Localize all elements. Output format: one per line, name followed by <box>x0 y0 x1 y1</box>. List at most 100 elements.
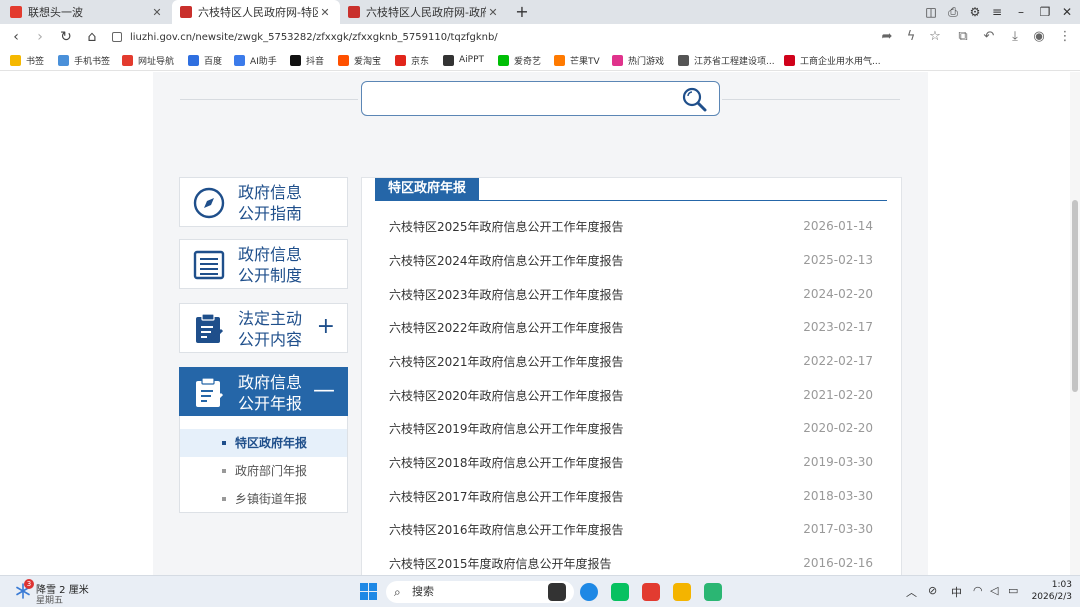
restore-button[interactable]: ❐ <box>1036 3 1054 21</box>
report-link[interactable]: 六枝特区2024年政府信息公开工作年度报告 <box>389 252 624 269</box>
scrollbar-thumb[interactable] <box>1072 200 1078 392</box>
chat-app-icon[interactable] <box>704 583 722 601</box>
wechat-icon[interactable] <box>611 583 629 601</box>
url-field[interactable]: liuzhi.gov.cn/newsite/zwgk_5753282/zfxxg… <box>112 28 852 46</box>
battery-icon[interactable]: ▭ <box>1008 584 1018 597</box>
more-menu-icon[interactable]: ⋮ <box>1056 28 1074 46</box>
tab-favicon-icon <box>10 6 22 18</box>
close-icon[interactable]: ✕ <box>150 6 164 19</box>
close-icon[interactable]: ✕ <box>318 6 332 19</box>
wifi-icon[interactable]: ◠ <box>973 584 983 597</box>
list-item[interactable]: 六枝特区2021年政府信息公开工作年度报告 2022-02-17 <box>389 351 873 371</box>
profile-avatar-icon[interactable]: ◉ <box>1030 28 1048 46</box>
bookmark-item[interactable]: 网址导航 <box>122 52 174 68</box>
close-icon[interactable]: ✕ <box>486 6 500 19</box>
submenu-item-district-report[interactable]: 特区政府年报 <box>180 429 347 457</box>
bullet-icon <box>222 469 226 473</box>
forward-arrow-icon[interactable]: › <box>30 27 50 47</box>
bookmark-item[interactable]: 爱淘宝 <box>338 52 381 68</box>
report-link[interactable]: 六枝特区2021年政府信息公开工作年度报告 <box>389 353 624 370</box>
submenu-item-township-report[interactable]: 乡镇街道年报 <box>180 485 347 513</box>
task-view-icon[interactable] <box>548 583 566 601</box>
chevron-up-icon[interactable]: ︿ <box>906 584 917 600</box>
print-icon[interactable]: ⎙ <box>944 3 962 21</box>
bookmark-item[interactable]: 手机书签 <box>58 52 110 68</box>
lightning-icon[interactable]: ϟ <box>902 28 920 46</box>
extensions-icon[interactable]: ⚙ <box>966 3 984 21</box>
list-item[interactable]: 六枝特区2017年政府信息公开工作年度报告 2018-03-30 <box>389 486 873 506</box>
sidebar-item-annual-report[interactable]: 政府信息 公开年报 — <box>179 367 348 417</box>
report-link[interactable]: 六枝特区2016年政府信息公开工作年度报告 <box>389 521 624 538</box>
windows-start-icon[interactable] <box>360 583 377 600</box>
menu-icon[interactable]: ≡ <box>988 3 1006 21</box>
star-icon[interactable]: ☆ <box>926 28 944 46</box>
bookmark-item[interactable]: 抖音 <box>290 52 324 68</box>
taskbar-search[interactable]: ⌕ 搜索 <box>386 581 574 603</box>
undo-icon[interactable]: ↶ <box>980 28 998 46</box>
extension-puzzle-icon[interactable]: ⧉ <box>954 28 972 46</box>
bookmark-item[interactable]: 工商企业用水用气... <box>784 52 881 68</box>
sidebar-item-label: 法定主动 公开内容 <box>238 309 303 349</box>
bookmark-item[interactable]: 热门游戏 <box>612 52 664 68</box>
clipboard-icon <box>196 313 224 343</box>
report-link[interactable]: 六枝特区2018年政府信息公开工作年度报告 <box>389 454 624 471</box>
site-info-icon[interactable] <box>112 32 122 42</box>
volume-muted-icon[interactable]: ◁ <box>990 584 998 597</box>
sidebar-item-guide[interactable]: 政府信息 公开指南 <box>179 177 348 227</box>
bookmark-item[interactable]: 爱奇艺 <box>498 52 541 68</box>
bookmark-item[interactable]: AI助手 <box>234 52 277 68</box>
collapse-minus-icon[interactable]: — <box>313 380 335 402</box>
reload-icon[interactable]: ↻ <box>56 27 76 47</box>
report-link[interactable]: 六枝特区2025年政府信息公开工作年度报告 <box>389 218 624 235</box>
bookmark-item[interactable]: 书签 <box>10 52 44 68</box>
file-explorer-icon[interactable] <box>673 583 691 601</box>
list-item[interactable]: 六枝特区2019年政府信息公开工作年度报告 2020-02-20 <box>389 418 873 438</box>
submenu-item-department-report[interactable]: 政府部门年报 <box>180 457 347 485</box>
home-icon[interactable]: ⌂ <box>82 27 102 47</box>
list-item[interactable]: 六枝特区2018年政府信息公开工作年度报告 2019-03-30 <box>389 452 873 472</box>
list-item[interactable]: 六枝特区2022年政府信息公开工作年度报告 2023-02-17 <box>389 317 873 337</box>
back-arrow-icon[interactable]: ‹ <box>6 27 26 47</box>
globe-icon <box>678 54 689 66</box>
bookmark-item[interactable]: 京东 <box>395 52 429 68</box>
report-link[interactable]: 六枝特区2017年政府信息公开工作年度报告 <box>389 488 624 505</box>
download-icon[interactable]: ⤓ <box>1006 28 1024 46</box>
window-close-button[interactable]: ✕ <box>1058 3 1076 21</box>
edge-browser-icon[interactable] <box>580 583 598 601</box>
browser-tab[interactable]: 六枝特区人民政府网-政府部门年报 ✕ <box>340 0 508 24</box>
input-method-indicator[interactable]: 中 <box>951 584 962 600</box>
report-link[interactable]: 六枝特区2022年政府信息公开工作年度报告 <box>389 319 624 336</box>
address-bar: ‹ › ↻ ⌂ liuzhi.gov.cn/newsite/zwgk_57532… <box>0 24 1080 49</box>
list-item[interactable]: 六枝特区2016年政府信息公开工作年度报告 2017-03-30 <box>389 519 873 539</box>
system-clock[interactable]: 1:03 2026/2/3 <box>1030 579 1072 603</box>
report-link[interactable]: 六枝特区2019年政府信息公开工作年度报告 <box>389 420 624 437</box>
tab-favicon-icon <box>348 6 360 18</box>
report-link[interactable]: 六枝特区2023年政府信息公开工作年度报告 <box>389 286 624 303</box>
report-date: 2024-02-20 <box>803 287 873 301</box>
browser-tab[interactable]: 联想头一波 ✕ <box>2 0 172 24</box>
new-tab-button[interactable]: + <box>512 2 532 22</box>
sidebar-item-statutory[interactable]: 法定主动 公开内容 + <box>179 303 348 353</box>
share-icon[interactable]: ➦ <box>878 28 896 46</box>
weather-widget[interactable]: 3 降雪 2 厘米 星期五 <box>14 579 94 606</box>
list-item[interactable]: 六枝特区2020年政府信息公开工作年度报告 2021-02-20 <box>389 385 873 405</box>
expand-plus-icon[interactable]: + <box>317 316 335 338</box>
wps-icon[interactable] <box>642 583 660 601</box>
bookmark-item[interactable]: 芒果TV <box>554 52 600 68</box>
sidebar-item-rules[interactable]: 政府信息 公开制度 <box>179 239 348 289</box>
list-item[interactable]: 六枝特区2023年政府信息公开工作年度报告 2024-02-20 <box>389 284 873 304</box>
bookmark-item[interactable]: 百度 <box>188 52 222 68</box>
minimize-button[interactable]: – <box>1012 3 1030 21</box>
report-link[interactable]: 六枝特区2020年政府信息公开工作年度报告 <box>389 387 624 404</box>
bookmark-item[interactable]: AiPPT <box>443 52 484 68</box>
report-link[interactable]: 六枝特区2015年度政府信息公开年度报告 <box>389 555 612 572</box>
browser-tab-active[interactable]: 六枝特区人民政府网-特区政府年报 ✕ <box>172 0 340 24</box>
list-item[interactable]: 六枝特区2015年度政府信息公开年度报告 2016-02-16 <box>389 553 873 573</box>
bookmark-item[interactable]: 江苏省工程建设项... <box>678 52 775 68</box>
sidebar-toggle-icon[interactable]: ◫ <box>922 3 940 21</box>
network-off-icon[interactable]: ⊘ <box>928 584 937 597</box>
list-item[interactable]: 六枝特区2025年政府信息公开工作年度报告 2026-01-14 <box>389 216 873 236</box>
site-search-input[interactable] <box>361 81 720 116</box>
search-icon[interactable] <box>681 86 707 112</box>
list-item[interactable]: 六枝特区2024年政府信息公开工作年度报告 2025-02-13 <box>389 250 873 270</box>
